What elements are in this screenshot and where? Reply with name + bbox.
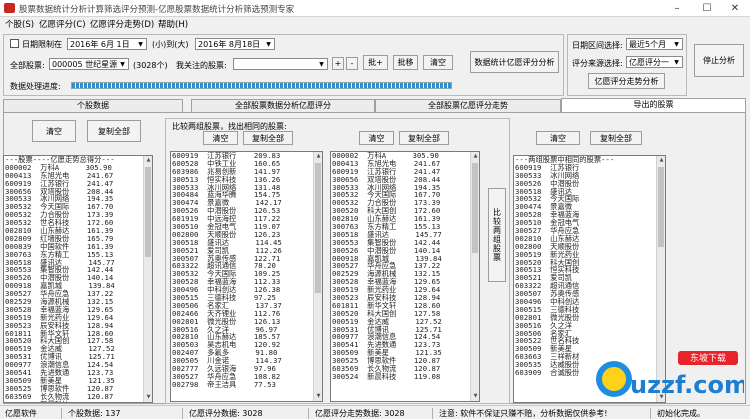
- mid-b-clear-button[interactable]: 清空: [359, 131, 394, 145]
- scroll-thumb[interactable]: [315, 163, 321, 293]
- tab-all-stocks-score[interactable]: 全部股票数据分析亿愿评分: [191, 99, 375, 112]
- scroll-up-icon[interactable]: ▲: [314, 152, 322, 161]
- progress-bar: [71, 82, 452, 89]
- dropdown-arrow-icon: ▼: [266, 41, 271, 48]
- status-bar: 亿愿软件 个股数据: 137 亿愿评分数据: 3028 亿愿评分走势数据: 30…: [0, 405, 750, 419]
- compare-button[interactable]: 比较两组股票: [488, 188, 506, 282]
- left-list-rows: ---股票----亿愿走势总得分--- 000002 万科A 305.90 0004…: [4, 156, 152, 402]
- stop-analysis-button[interactable]: 停止分析: [694, 44, 744, 77]
- scroll-thumb[interactable]: [658, 167, 664, 247]
- status-init: 初始化完成。: [657, 409, 705, 418]
- scrollbar[interactable]: ▲ ▼: [470, 152, 479, 401]
- left-stock-list[interactable]: ---股票----亿愿走势总得分--- 000002 万科A 305.90 0004…: [3, 155, 153, 403]
- common-list-rows: ---两组股票中相同的股票--- 600919 江苏银行 300533 冰川网络 30…: [514, 156, 665, 377]
- trend-analysis-button[interactable]: 亿愿评分走势分析: [588, 73, 665, 89]
- mid-a-copy-all-button[interactable]: 复制全部: [243, 131, 293, 145]
- close-button[interactable]: ✕: [720, 0, 750, 17]
- batch-add-button[interactable]: 批+: [363, 55, 388, 70]
- watch-label: 我关注的股票:: [176, 61, 227, 70]
- date-to-value: 2016年 8月18日: [198, 40, 261, 49]
- date-from-value: 2016年 6月 1日: [70, 40, 130, 49]
- add-watch-button[interactable]: +: [332, 57, 344, 70]
- clear-watch-button[interactable]: 清空: [423, 55, 453, 70]
- watermark-globe-inner: [602, 367, 626, 391]
- score-source-label: 评分来源选择:: [572, 59, 623, 68]
- date-range-label: 日期区间选择:: [572, 41, 623, 50]
- dropdown-arrow-icon: ▼: [674, 59, 679, 66]
- compare-list-a-rows: 600919 江苏银行 209.83 600528 中铁工业 160.65 6039…: [171, 152, 322, 389]
- status-score-count: 亿愿评分数据: 3028: [186, 408, 309, 419]
- compare-list-b-rows: 000002 万科A 305.90 000413 东旭光电 241.67 60091…: [331, 152, 479, 381]
- scroll-thumb[interactable]: [145, 167, 151, 257]
- all-stocks-value: 000005 世纪星源: [52, 60, 118, 69]
- mid-b-copy-all-button[interactable]: 复制全部: [399, 131, 449, 145]
- all-stocks-select[interactable]: 000005 世纪星源 ▼: [49, 58, 129, 70]
- dropdown-arrow-icon: ▼: [319, 61, 324, 68]
- date-limit-label: 日期限制在: [22, 40, 62, 49]
- tab-strip: 个股数据 全部股票数据分析亿愿评分 全部股票亿愿评分走势 导出的股票: [3, 98, 746, 112]
- tab-stock-data[interactable]: 个股数据: [3, 99, 183, 112]
- scroll-up-icon[interactable]: ▲: [144, 156, 152, 165]
- to-label: (小)到(大): [152, 40, 189, 49]
- status-notice: 注意: 软件不保证只赚不赔，分析数据仅供参考!: [436, 408, 651, 419]
- batch-remove-button[interactable]: 批移: [393, 55, 418, 70]
- compare-list-a[interactable]: 600919 江苏银行 209.83 600528 中铁工业 160.65 6039…: [170, 151, 323, 402]
- date-range-value: 最近5个月: [629, 40, 667, 49]
- title-bar: 股票数据统计分析计算筛选评分预测-亿愿股票数据统计分析筛选预测专家 – ☐ ✕: [0, 0, 750, 17]
- score-source-select[interactable]: 亿愿评分一 ▼: [626, 56, 683, 68]
- scrollbar[interactable]: ▲ ▼: [313, 152, 322, 401]
- left-copy-all-button[interactable]: 复制全部: [87, 120, 141, 142]
- menu-score-trend[interactable]: 亿愿评分走势(D): [90, 18, 154, 30]
- status-stock-count: 个股数据: 137: [65, 408, 183, 419]
- scroll-down-icon[interactable]: ▼: [144, 393, 152, 402]
- status-app: 亿愿软件: [2, 408, 62, 419]
- date-from-picker[interactable]: 2016年 6月 1日 ▼: [67, 38, 147, 50]
- minimize-button[interactable]: –: [662, 0, 692, 17]
- scrollbar[interactable]: ▲ ▼: [143, 156, 152, 402]
- all-stocks-label: 全部股票:: [10, 61, 45, 70]
- score-source-value: 亿愿评分一: [629, 58, 669, 67]
- progress-label: 数据处理进度:: [10, 82, 61, 91]
- date-to-picker[interactable]: 2016年 8月18日 ▼: [195, 38, 275, 50]
- scroll-down-icon[interactable]: ▼: [471, 392, 479, 401]
- count-hint: (3028个): [133, 61, 168, 70]
- maximize-button[interactable]: ☐: [692, 0, 722, 17]
- menu-score[interactable]: 亿愿评分(C): [39, 18, 86, 30]
- list-item[interactable]: 300524 新晨科技 119.08: [4, 400, 152, 402]
- remove-watch-button[interactable]: -: [346, 57, 358, 70]
- scroll-thumb[interactable]: [472, 163, 478, 253]
- menu-help[interactable]: 帮助(H): [158, 18, 188, 30]
- app-icon: [4, 3, 15, 13]
- date-limit-checkbox[interactable]: [10, 39, 19, 48]
- watch-select[interactable]: ▼: [233, 58, 328, 70]
- tab-all-stocks-trend[interactable]: 全部股票亿愿评分走势: [375, 99, 561, 112]
- uzzf-watermark-logo: 东坡下载 uzzf.com: [596, 351, 744, 399]
- status-trend-count: 亿愿评分走势数据: 3028: [312, 408, 433, 419]
- mid-a-clear-button[interactable]: 清空: [203, 131, 238, 145]
- watermark-tagline: 东坡下载: [690, 352, 726, 364]
- dropdown-arrow-icon: ▼: [138, 41, 143, 48]
- date-range-select[interactable]: 最近5个月 ▼: [626, 38, 683, 50]
- list-item[interactable]: 300524 新晨科技 119.08: [331, 373, 479, 381]
- list-item[interactable]: 002798 帝王洁具 77.53: [171, 380, 322, 389]
- scroll-up-icon[interactable]: ▲: [471, 152, 479, 161]
- dropdown-arrow-icon: ▼: [674, 41, 679, 48]
- watermark-brand: uzzf.com: [630, 371, 744, 399]
- left-clear-button[interactable]: 清空: [32, 120, 76, 142]
- right-clear-button[interactable]: 清空: [536, 131, 580, 145]
- window-title: 股票数据统计分析计算筛选评分预测-亿愿股票数据统计分析筛选预测专家: [19, 5, 295, 15]
- scroll-up-icon[interactable]: ▲: [657, 156, 665, 165]
- compare-list-b[interactable]: 000002 万科A 305.90 000413 东旭光电 241.67 60091…: [330, 151, 480, 402]
- dropdown-arrow-icon: ▼: [120, 61, 125, 68]
- menu-bar: 个股(S) 亿愿评分(C) 亿愿评分走势(D) 帮助(H): [0, 17, 750, 32]
- stats-analysis-button[interactable]: 数据统计亿愿评分分析: [470, 51, 559, 73]
- scroll-down-icon[interactable]: ▼: [314, 392, 322, 401]
- right-copy-all-button[interactable]: 复制全部: [590, 131, 642, 145]
- menu-stock[interactable]: 个股(S): [5, 18, 34, 30]
- tab-exported-stocks[interactable]: 导出的股票: [561, 98, 746, 112]
